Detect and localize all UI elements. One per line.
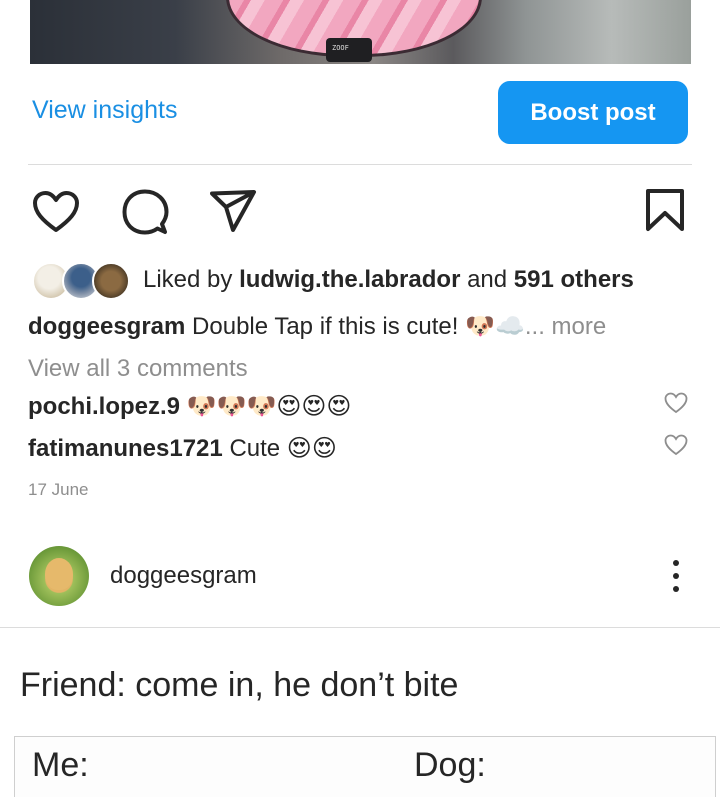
- caption-more-link[interactable]: ... more: [525, 313, 606, 340]
- divider: [28, 164, 692, 165]
- liker-avatars[interactable]: [32, 262, 132, 300]
- caption-username[interactable]: doggeesgram: [28, 313, 185, 340]
- liked-by-others[interactable]: 591 others: [514, 266, 634, 293]
- collar-tag: ZOOF: [326, 38, 372, 62]
- liked-by-prefix: Liked by: [143, 266, 233, 293]
- post-caption: doggeesgram Double Tap if this is cute! …: [28, 312, 606, 341]
- comment: pochi.lopez.9 🐶🐶🐶😍😍😍: [28, 392, 351, 421]
- boost-post-button[interactable]: Boost post: [498, 81, 688, 144]
- collar-tag-text: ZOOF: [332, 44, 349, 52]
- small-heart-icon[interactable]: [664, 434, 688, 456]
- comment-icon[interactable]: [121, 188, 169, 236]
- view-all-comments-link[interactable]: View all 3 comments: [28, 355, 248, 383]
- post-photo[interactable]: ZOOF: [30, 0, 691, 64]
- meme-caption: Friend: come in, he don’t bite: [20, 666, 459, 704]
- small-heart-icon[interactable]: [664, 392, 688, 414]
- meme-right-label: Dog:: [414, 746, 486, 784]
- comment: fatimanunes1721 Cute 😍😍: [28, 434, 337, 463]
- liked-by-and: and: [467, 266, 508, 293]
- meme-panel: [14, 736, 716, 797]
- post-date: 17 June: [28, 480, 89, 499]
- avatar-dog-image: [45, 558, 73, 590]
- comment-username[interactable]: pochi.lopez.9: [28, 393, 180, 420]
- meme-left-label: Me:: [32, 746, 89, 784]
- avatar: [92, 262, 130, 300]
- comment-username[interactable]: fatimanunes1721: [28, 435, 223, 462]
- liked-by-user[interactable]: ludwig.the.labrador: [239, 266, 460, 293]
- liked-by-text[interactable]: Liked by ludwig.the.labrador and 591 oth…: [143, 266, 634, 294]
- more-vertical-icon[interactable]: [664, 558, 688, 594]
- heart-icon[interactable]: [32, 190, 80, 234]
- comment-text: 🐶🐶🐶😍😍😍: [186, 393, 352, 420]
- share-icon[interactable]: [209, 188, 257, 234]
- view-insights-link[interactable]: View insights: [32, 96, 177, 125]
- comment-text: Cute 😍😍: [229, 435, 337, 462]
- caption-text: Double Tap if this is cute! 🐶☁️: [192, 313, 525, 340]
- post-username[interactable]: doggeesgram: [110, 562, 257, 590]
- avatar[interactable]: [29, 546, 89, 606]
- divider: [0, 627, 720, 628]
- bookmark-icon[interactable]: [645, 188, 685, 232]
